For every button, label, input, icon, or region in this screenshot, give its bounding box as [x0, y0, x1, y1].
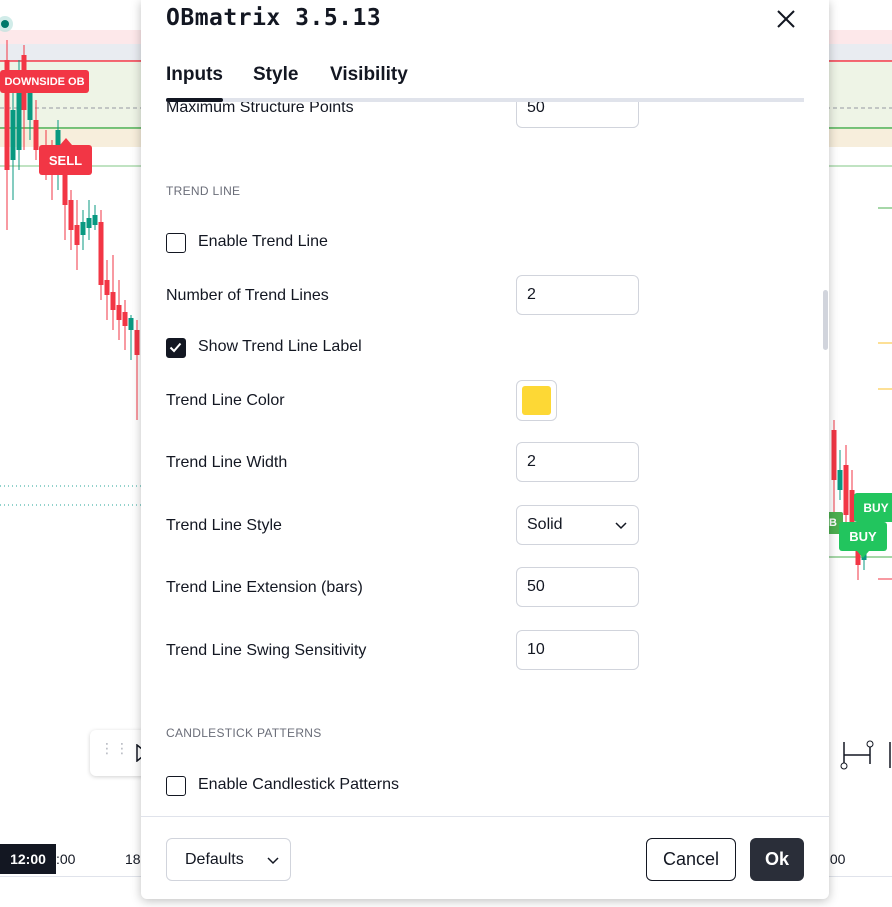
- candle-body: [128, 318, 134, 330]
- trend-line-style-value: Solid: [527, 516, 563, 533]
- buy-signal-label-top: BUY: [854, 493, 892, 522]
- trend-line-style-label: Trend Line Style: [166, 517, 282, 534]
- candle-body: [92, 215, 98, 225]
- max-structure-points-input[interactable]: 50: [516, 102, 639, 128]
- tab-inputs[interactable]: Inputs: [166, 64, 223, 86]
- defaults-label: Defaults: [185, 850, 244, 868]
- trend-line-style-select[interactable]: Solid: [516, 505, 639, 545]
- candle-body: [86, 218, 92, 228]
- dialog-title: OBmatrix 3.5.13: [166, 5, 382, 31]
- tabs-divider: [166, 98, 804, 102]
- active-tab-indicator: [166, 98, 223, 102]
- candle-body: [843, 465, 849, 515]
- ok-button[interactable]: Ok: [750, 838, 804, 881]
- candle-body: [110, 292, 116, 310]
- close-icon[interactable]: [771, 4, 801, 34]
- downside-ob-label: DOWNSIDE OB: [0, 70, 89, 93]
- tab-style[interactable]: Style: [253, 64, 298, 86]
- max-structure-points-label: Maximum Structure Points: [166, 102, 354, 116]
- checkmark-icon: [169, 342, 182, 353]
- dialog-footer: Defaults Cancel Ok: [141, 816, 829, 900]
- trend-line-extension-input[interactable]: 50: [516, 567, 639, 607]
- candle-body: [122, 312, 128, 326]
- number-of-trend-lines-input[interactable]: 2: [516, 275, 639, 315]
- section-header-candlestick-patterns: CANDLESTICK PATTERNS: [166, 726, 322, 740]
- candle-body: [98, 222, 104, 285]
- show-trend-line-label-text[interactable]: Show Trend Line Label: [198, 338, 362, 356]
- enable-candlestick-patterns-label[interactable]: Enable Candlestick Patterns: [198, 776, 399, 794]
- enable-candlestick-patterns-checkbox[interactable]: [166, 776, 186, 796]
- enable-trend-line-label[interactable]: Enable Trend Line: [198, 233, 328, 251]
- chevron-down-icon: [615, 522, 627, 530]
- scrollbar-thumb[interactable]: [823, 290, 828, 350]
- sell-signal-label: SELL: [39, 138, 92, 175]
- candle-body: [74, 225, 80, 245]
- candle-body: [10, 110, 16, 160]
- cancel-button[interactable]: Cancel: [646, 838, 736, 881]
- defaults-dropdown-button[interactable]: Defaults: [166, 838, 291, 881]
- inputs-panel[interactable]: Maximum Structure Points 50 TREND LINE E…: [141, 102, 829, 816]
- time-axis-tick: :00: [56, 851, 76, 867]
- color-fill: [522, 386, 551, 415]
- date-range-tool-icon[interactable]: [838, 738, 892, 772]
- trend-line-color-label: Trend Line Color: [166, 392, 285, 409]
- candle-body: [68, 200, 74, 230]
- trend-line-width-label: Trend Line Width: [166, 454, 288, 471]
- tab-visibility[interactable]: Visibility: [330, 64, 408, 86]
- time-axis-tick: 18: [125, 851, 141, 867]
- candle-body: [80, 222, 86, 235]
- candle-body: [27, 90, 33, 120]
- trend-line-width-input[interactable]: 2: [516, 442, 639, 482]
- chevron-down-icon: [267, 857, 279, 865]
- trend-line-extension-label: Trend Line Extension (bars): [166, 579, 363, 596]
- indicator-settings-dialog: OBmatrix 3.5.13 Inputs Style Visibility …: [141, 0, 829, 899]
- buy-signal-label: BUY: [839, 522, 887, 558]
- show-trend-line-label-checkbox[interactable]: [166, 338, 186, 358]
- candle-body: [62, 175, 68, 205]
- trend-line-color-swatch[interactable]: [516, 380, 557, 421]
- crosshair-time-label: 12:00: [0, 844, 56, 874]
- candle-body: [837, 470, 843, 490]
- trend-line-swing-input[interactable]: 10: [516, 630, 639, 670]
- drag-handle-icon[interactable]: ⋮⋮: [100, 741, 130, 755]
- candle-body: [33, 120, 39, 150]
- enable-trend-line-checkbox[interactable]: [166, 233, 186, 253]
- number-of-trend-lines-label: Number of Trend Lines: [166, 287, 329, 304]
- trend-line-swing-label: Trend Line Swing Sensitivity: [166, 642, 367, 659]
- candle-body: [134, 330, 140, 355]
- candle-body: [104, 280, 110, 295]
- candle-body: [831, 430, 837, 480]
- section-header-trend-line: TREND LINE: [166, 184, 241, 198]
- candle-body: [116, 305, 122, 320]
